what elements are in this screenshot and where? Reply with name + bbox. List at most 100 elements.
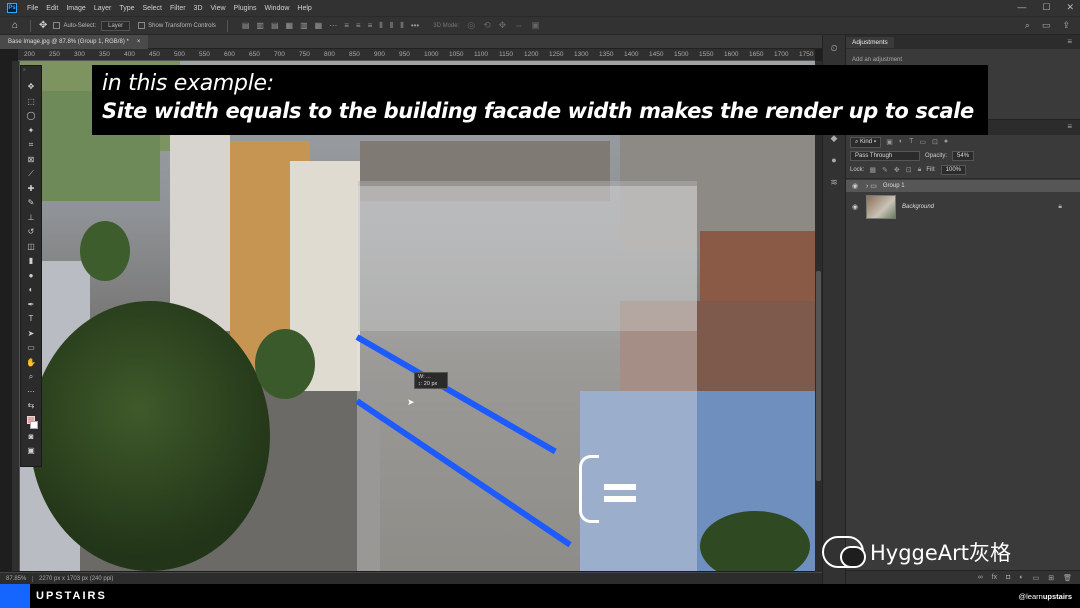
menu-3d[interactable]: 3D <box>190 5 207 12</box>
align-center-icon[interactable]: ▥ <box>256 21 264 31</box>
link-layers-icon[interactable]: ∞ <box>978 574 983 581</box>
visibility-eye-icon[interactable]: ◉ <box>852 182 860 190</box>
distribute-top-icon[interactable]: ≡ <box>344 21 349 31</box>
close-icon[interactable]: ✕ <box>1066 2 1074 13</box>
workspace-icon[interactable]: ▭ <box>1042 20 1051 31</box>
slide-icon[interactable]: ⇔ <box>514 20 523 31</box>
healing-brush-tool-icon[interactable]: ✚ <box>23 182 39 196</box>
lock-image-icon[interactable]: ✎ <box>882 166 888 174</box>
layer-row-group-1[interactable]: ◉ › ▭ Group 1 <box>846 180 1080 192</box>
move-tool-icon[interactable]: ✥ <box>23 80 39 94</box>
align-right-icon[interactable]: ▤ <box>271 21 279 31</box>
delete-layer-icon[interactable]: 🗑︎ <box>1063 574 1072 582</box>
distribute-center-icon[interactable]: ≡ <box>356 21 361 31</box>
gradient-tool-icon[interactable]: ▮ <box>23 254 39 268</box>
eraser-tool-icon[interactable]: ◫ <box>23 240 39 254</box>
history-brush-tool-icon[interactable]: ↺ <box>23 225 39 239</box>
add-mask-icon[interactable]: ◘ <box>1006 574 1010 581</box>
roll-icon[interactable]: ⟲ <box>483 20 491 31</box>
eyedropper-tool-icon[interactable]: ⟋ <box>23 167 39 181</box>
menu-filter[interactable]: Filter <box>166 5 190 12</box>
marquee-tool-icon[interactable]: ⬚ <box>23 95 39 109</box>
align-middle-icon[interactable]: ▥ <box>300 21 308 31</box>
lock-all-icon[interactable]: 🔒︎ <box>918 166 922 174</box>
visibility-eye-icon[interactable]: ◉ <box>852 203 860 211</box>
lock-artboard-icon[interactable]: ⊡ <box>906 166 912 174</box>
new-group-icon[interactable]: ▭ <box>1033 574 1040 582</box>
menu-type[interactable]: Type <box>115 5 138 12</box>
image-canvas[interactable]: W: ... ↕: 20 px ➤ <box>20 61 815 571</box>
magic-wand-tool-icon[interactable]: ✦ <box>23 124 39 138</box>
scrollbar-thumb[interactable] <box>816 271 821 481</box>
tab-adjustments[interactable]: Adjustments <box>846 36 894 48</box>
drag-icon[interactable]: ✥ <box>499 20 507 31</box>
dodge-tool-icon[interactable]: ◐ <box>23 283 39 297</box>
pixel-filter-icon[interactable]: ▣ <box>886 138 893 146</box>
share-icon[interactable]: ⇪ <box>1062 20 1070 31</box>
fill-input[interactable]: 100% <box>940 165 967 175</box>
move-tool-icon[interactable]: ✥ <box>39 20 47 31</box>
transform-controls-checkbox[interactable] <box>138 22 146 29</box>
layers-icon[interactable]: ◆ <box>826 133 842 147</box>
lock-transparent-icon[interactable]: ▦ <box>869 166 876 174</box>
distribute-icon[interactable]: ⋯ <box>329 21 337 31</box>
align-top-icon[interactable]: ▦ <box>286 21 294 31</box>
horizontal-ruler[interactable]: 200 250 300 350 400 450 500 550 600 650 700 750 800 8… <box>18 49 815 61</box>
menu-plugins[interactable]: Plugins <box>230 5 261 12</box>
close-icon[interactable]: × <box>137 35 141 49</box>
camera-icon[interactable]: ▣ <box>531 20 540 31</box>
new-layer-icon[interactable]: ⊞ <box>1048 574 1054 582</box>
auto-select-dropdown[interactable]: Layer <box>101 20 131 31</box>
filter-toggle-icon[interactable]: ● <box>944 138 948 146</box>
menu-view[interactable]: View <box>207 5 230 12</box>
shape-filter-icon[interactable]: ▭ <box>919 138 926 146</box>
lasso-tool-icon[interactable]: ◯ <box>23 109 39 123</box>
brush-tool-icon[interactable]: ✎ <box>23 196 39 210</box>
panel-menu-icon[interactable]: ≡ <box>1067 122 1072 131</box>
opacity-input[interactable]: 54% <box>952 151 975 161</box>
zoom-level[interactable]: 87.85% <box>0 576 32 582</box>
pen-tool-icon[interactable]: ✒ <box>23 298 39 312</box>
lock-position-icon[interactable]: ✥ <box>894 166 900 174</box>
crop-tool-icon[interactable]: ⌗ <box>23 138 39 152</box>
menu-image[interactable]: Image <box>62 5 89 12</box>
distribute-left-icon[interactable]: ⦀ <box>379 21 383 31</box>
adjustment-filter-icon[interactable]: ◐ <box>899 138 903 146</box>
panel-menu-icon[interactable]: ≡ <box>1067 37 1072 46</box>
stamp-tool-icon[interactable]: ⊥ <box>23 211 39 225</box>
paths-icon[interactable]: ≋ <box>826 177 842 191</box>
hand-tool-icon[interactable]: ✋ <box>23 356 39 370</box>
background-color-swatch[interactable] <box>30 420 38 429</box>
blur-tool-icon[interactable]: ● <box>23 269 39 283</box>
orbit-icon[interactable]: ◎ <box>467 20 475 31</box>
vertical-ruler[interactable] <box>12 61 20 571</box>
menu-layer[interactable]: Layer <box>90 5 116 12</box>
type-filter-icon[interactable]: T <box>909 138 913 146</box>
minimize-icon[interactable]: — <box>1017 2 1026 13</box>
screen-mode-icon[interactable]: ▣ <box>23 444 39 458</box>
smart-object-filter-icon[interactable]: ⊡ <box>932 138 938 146</box>
quick-mask-icon[interactable]: ◙ <box>23 430 39 444</box>
menu-window[interactable]: Window <box>261 5 294 12</box>
more-options-icon[interactable]: ••• <box>411 21 419 31</box>
document-tab[interactable]: Base Image.jpg @ 87.8% (Group 1, RGB/8) … <box>0 35 149 49</box>
distribute-right-icon[interactable]: ⦀ <box>400 21 404 31</box>
search-icon[interactable]: ⌕ <box>1025 20 1030 31</box>
align-bottom-icon[interactable]: ▦ <box>315 21 323 31</box>
canvas-scrollbar[interactable] <box>815 61 822 573</box>
type-tool-icon[interactable]: T <box>23 312 39 326</box>
fx-icon[interactable]: fx <box>992 574 997 581</box>
kind-filter-dropdown[interactable]: ⌕ Kind ▾ <box>850 136 882 148</box>
menu-select[interactable]: Select <box>139 5 166 12</box>
blend-mode-dropdown[interactable]: Pass Through <box>850 151 920 161</box>
maximize-icon[interactable]: ☐ <box>1042 2 1050 13</box>
home-icon[interactable]: ⌂ <box>12 20 18 31</box>
default-colors-icon[interactable]: ⇆ <box>23 399 39 413</box>
zoom-tool-icon[interactable]: ⌕ <box>23 370 39 384</box>
edit-toolbar-icon[interactable]: ⋯ <box>23 385 39 399</box>
menu-file[interactable]: File <box>23 5 42 12</box>
adjustment-layer-icon[interactable]: ◐ <box>1019 574 1023 581</box>
align-left-icon[interactable]: ▤ <box>242 21 250 31</box>
path-selection-tool-icon[interactable]: ➤ <box>23 327 39 341</box>
history-icon[interactable]: ⏲ <box>826 43 842 57</box>
